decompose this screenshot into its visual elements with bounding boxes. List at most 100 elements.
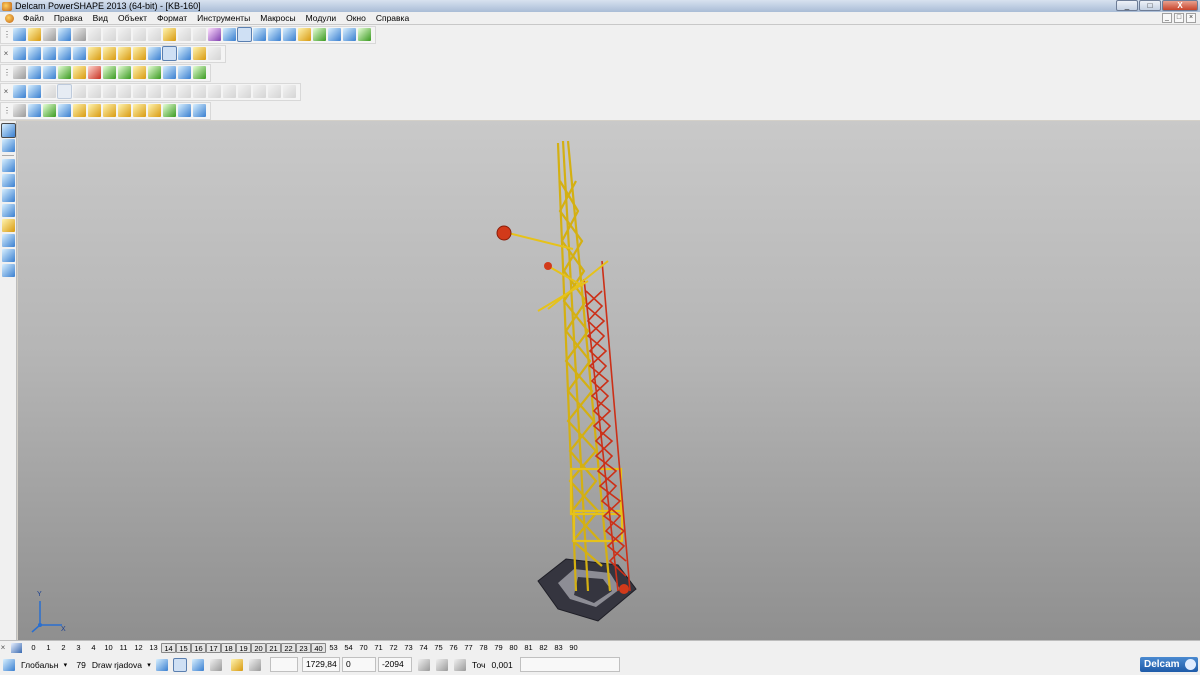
solid-e-icon[interactable] xyxy=(103,85,116,98)
redo-all-icon[interactable] xyxy=(193,28,206,41)
document-icon[interactable] xyxy=(5,13,14,23)
levelbar-close-icon[interactable]: × xyxy=(0,641,6,654)
menu-object[interactable]: Объект xyxy=(113,13,152,23)
level-item[interactable]: 80 xyxy=(506,643,521,653)
menu-help[interactable]: Справка xyxy=(371,13,414,23)
level-icon[interactable] xyxy=(11,642,22,653)
lock-icon[interactable] xyxy=(209,658,222,671)
level-item[interactable]: 74 xyxy=(416,643,431,653)
minimize-button[interactable]: _ xyxy=(1116,0,1138,11)
frame-icon[interactable] xyxy=(148,66,161,79)
view-iso2-icon[interactable] xyxy=(73,47,86,60)
level-item[interactable]: 40 xyxy=(311,642,326,653)
feature-h-icon[interactable] xyxy=(118,104,131,117)
feature-k-icon[interactable] xyxy=(163,104,176,117)
document-icon-2[interactable] xyxy=(13,66,26,79)
rectangle-icon[interactable] xyxy=(1,189,15,202)
delete-icon[interactable] xyxy=(148,28,161,41)
grid-toggle-icon[interactable] xyxy=(248,658,261,671)
menu-window[interactable]: Окно xyxy=(341,13,371,23)
view-iso1-icon[interactable] xyxy=(58,47,71,60)
feature-i-icon[interactable] xyxy=(133,104,146,117)
zoom-in-icon[interactable] xyxy=(88,47,101,60)
solid-l-icon[interactable] xyxy=(208,85,221,98)
feature-a-icon[interactable] xyxy=(13,104,26,117)
solid-b-icon[interactable] xyxy=(57,84,72,99)
workplane-select[interactable]: Глобальн xyxy=(18,660,61,670)
table-icon[interactable] xyxy=(435,658,448,671)
level-item[interactable]: 81 xyxy=(521,643,536,653)
level-item[interactable]: 83 xyxy=(551,643,566,653)
level-item[interactable]: 72 xyxy=(386,643,401,653)
toolbar-grip-icon-3[interactable]: ⋮ xyxy=(3,104,11,117)
level-item[interactable]: 23 xyxy=(296,642,311,653)
solid-n-icon[interactable] xyxy=(238,85,251,98)
sphere-green-icon[interactable] xyxy=(58,66,71,79)
empty-field[interactable] xyxy=(269,657,298,672)
feature-g-icon[interactable] xyxy=(103,104,116,117)
level-item[interactable]: 22 xyxy=(281,642,296,653)
curve-icon[interactable] xyxy=(1,249,15,262)
solid-j-icon[interactable] xyxy=(178,85,191,98)
level-item[interactable]: 11 xyxy=(116,643,131,653)
maximize-button[interactable]: □ xyxy=(1139,0,1161,11)
level-item[interactable]: 14 xyxy=(161,642,176,653)
level-number[interactable]: 79 xyxy=(73,660,88,670)
wireframe-icon[interactable] xyxy=(178,47,191,60)
level-item[interactable]: 10 xyxy=(101,643,116,653)
solid-f-icon[interactable] xyxy=(118,85,131,98)
open-folder-icon[interactable] xyxy=(43,28,56,41)
solid-i-icon[interactable] xyxy=(163,85,176,98)
solid-o-icon[interactable] xyxy=(253,85,266,98)
level-item[interactable]: 17 xyxy=(206,642,221,653)
menu-edit[interactable]: Правка xyxy=(49,13,88,23)
level-item[interactable]: 77 xyxy=(461,643,476,653)
wire-icon[interactable] xyxy=(13,85,26,98)
coord-y-field[interactable]: 0 xyxy=(341,657,376,672)
coord-x-field[interactable]: 1729,84 xyxy=(301,657,340,672)
level-item[interactable]: 82 xyxy=(536,643,551,653)
grid-icon[interactable] xyxy=(178,66,191,79)
play-icon[interactable] xyxy=(103,66,116,79)
new-file-icon[interactable] xyxy=(13,28,26,41)
cursor-select-icon[interactable] xyxy=(237,27,252,42)
box-icon[interactable] xyxy=(133,66,146,79)
level-item[interactable]: 70 xyxy=(356,643,371,653)
level-item[interactable]: 21 xyxy=(266,642,281,653)
feature-b-icon[interactable] xyxy=(28,104,41,117)
feature-d-icon[interactable] xyxy=(58,104,71,117)
level-item[interactable]: 18 xyxy=(221,642,236,653)
zoom-out-icon[interactable] xyxy=(103,47,116,60)
sphere-orange-icon[interactable] xyxy=(73,66,86,79)
feature-e-icon[interactable] xyxy=(73,104,86,117)
level-item[interactable]: 79 xyxy=(491,643,506,653)
level-item[interactable]: 71 xyxy=(371,643,386,653)
sphere-red-icon[interactable] xyxy=(88,66,101,79)
level-item[interactable]: 53 xyxy=(326,643,341,653)
doc-close-button[interactable]: × xyxy=(1186,13,1196,23)
save-icon[interactable] xyxy=(58,28,71,41)
close-button[interactable]: X xyxy=(1162,0,1198,11)
level-item[interactable]: 12 xyxy=(131,643,146,653)
solid-m-icon[interactable] xyxy=(223,85,236,98)
menu-modules[interactable]: Модули xyxy=(301,13,341,23)
circle-icon[interactable] xyxy=(1,204,15,217)
feature-m-icon[interactable] xyxy=(193,104,206,117)
text-tool-icon[interactable] xyxy=(283,28,296,41)
toolbar-grip-icon-2[interactable]: ⋮ xyxy=(3,66,11,79)
print-icon[interactable] xyxy=(73,28,86,41)
level-item[interactable]: 1 xyxy=(41,643,56,653)
magic-wand-icon[interactable] xyxy=(358,28,371,41)
level-item[interactable]: 90 xyxy=(566,643,581,653)
workplane-align-icon[interactable] xyxy=(230,658,243,671)
probe-icon[interactable] xyxy=(298,28,311,41)
coord-z-field[interactable]: -2094 xyxy=(377,657,412,672)
chevron-down-icon[interactable]: ▾ xyxy=(61,661,69,669)
solid-h-icon[interactable] xyxy=(148,85,161,98)
solid-p-icon[interactable] xyxy=(268,85,281,98)
redo-icon[interactable] xyxy=(178,28,191,41)
solid-k-icon[interactable] xyxy=(193,85,206,98)
level-item[interactable]: 20 xyxy=(251,642,266,653)
view-top-icon[interactable] xyxy=(13,47,26,60)
level-item[interactable]: 0 xyxy=(26,643,41,653)
